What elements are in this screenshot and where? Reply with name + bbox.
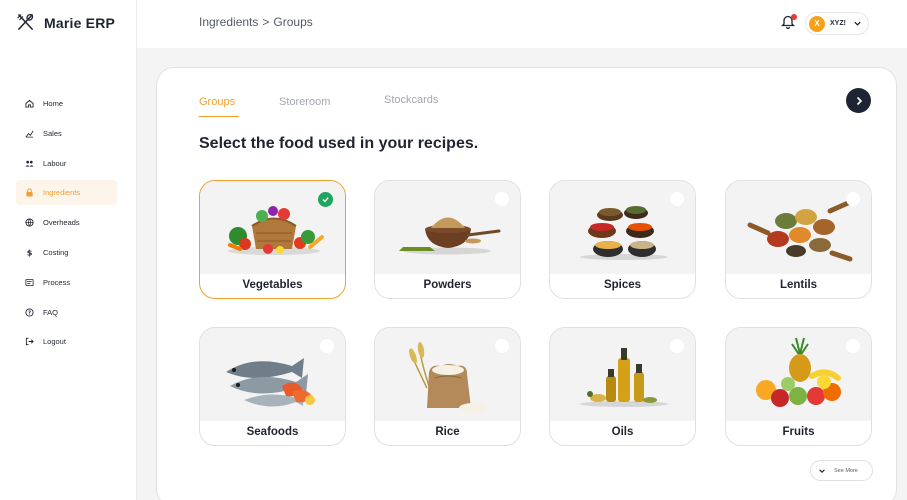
group-card-fruits[interactable]: Fruits	[725, 327, 872, 446]
card-label: Seafoods	[246, 426, 299, 438]
tab-stockcards[interactable]: Stockcards	[384, 94, 438, 106]
user-menu[interactable]: X XYZ!	[805, 12, 869, 35]
sidebar-item-home[interactable]: Home	[16, 91, 117, 116]
sidebar-item-label: Process	[43, 277, 71, 287]
breadcrumb-item-ingredients[interactable]: Ingredients	[199, 15, 258, 29]
sidebar-item-sales[interactable]: Sales	[16, 121, 117, 146]
lock-icon	[25, 188, 34, 197]
chevron-right-icon	[856, 96, 862, 105]
selected-check-icon	[318, 192, 333, 207]
group-card-seafoods[interactable]: Seafoods	[199, 327, 346, 446]
select-radio[interactable]	[320, 339, 334, 353]
sidebar-item-labour[interactable]: Labour	[16, 151, 117, 176]
group-card-lentils[interactable]: Lentils	[725, 180, 872, 299]
breadcrumb: Ingredients > Groups	[199, 15, 313, 29]
select-radio[interactable]	[846, 192, 860, 206]
tab-groups[interactable]: Groups	[199, 96, 235, 108]
breadcrumb-separator: >	[262, 15, 270, 29]
sidebar-item-ingredients[interactable]: Ingredients	[16, 180, 117, 206]
sidebar-item-logout[interactable]: Logout	[16, 329, 117, 354]
group-card-spices[interactable]: Spices	[549, 180, 696, 299]
avatar: X	[809, 15, 825, 32]
card-label: Rice	[435, 426, 460, 438]
utensils-logo-icon	[17, 13, 34, 30]
card-label: Oils	[611, 426, 634, 438]
group-card-oils[interactable]: Oils	[549, 327, 696, 446]
group-card-vegetables[interactable]: Vegetables	[199, 180, 346, 299]
select-radio[interactable]	[495, 339, 509, 353]
group-card-powders[interactable]: Powders	[374, 180, 521, 299]
app-name: Marie ERP	[44, 14, 116, 31]
select-radio[interactable]	[670, 339, 684, 353]
sidebar-item-label: FAQ	[43, 307, 59, 317]
select-radio[interactable]	[846, 339, 860, 353]
sidebar-nav: Home Sales Labour Ingredients Overheads …	[16, 91, 117, 359]
chevron-down-icon	[816, 465, 828, 477]
breadcrumb-item-groups: Groups	[273, 15, 313, 29]
sidebar-item-label: Home	[43, 99, 64, 108]
svg-text:$: $	[27, 248, 33, 257]
users-icon	[25, 159, 34, 168]
sidebar-item-faq[interactable]: ? FAQ	[16, 300, 117, 325]
sidebar-item-label: Costing	[43, 247, 69, 257]
home-icon	[25, 99, 34, 108]
group-card-rice[interactable]: Rice	[374, 327, 521, 446]
select-radio[interactable]	[670, 192, 684, 206]
svg-text:?: ?	[28, 310, 31, 316]
sidebar-item-costing[interactable]: $ Costing	[16, 240, 117, 265]
active-tab-indicator	[199, 116, 239, 117]
sidebar-item-label: Ingredients	[43, 188, 81, 198]
sidebar-item-label: Labour	[43, 158, 67, 168]
card-label: Spices	[603, 279, 642, 291]
tab-storeroom[interactable]: Storeroom	[279, 96, 330, 108]
sidebar-item-overheads[interactable]: Overheads	[16, 210, 117, 235]
globe-icon	[25, 218, 34, 227]
page-heading: Select the food used in your recipes.	[199, 135, 479, 152]
card-label: Powders	[423, 279, 472, 291]
next-button[interactable]	[846, 88, 871, 113]
sidebar: Marie ERP Home Sales Labour Ingredients …	[0, 0, 137, 500]
card-label: Lentils	[779, 279, 818, 291]
see-more-button[interactable]: See More	[810, 460, 873, 481]
question-icon: ?	[25, 308, 34, 317]
sales-icon	[25, 129, 34, 138]
notifications-button[interactable]	[780, 14, 797, 30]
sidebar-item-label: Sales	[43, 128, 62, 138]
logout-icon	[25, 337, 34, 346]
sidebar-item-process[interactable]: Process	[16, 270, 117, 295]
notification-badge	[791, 14, 797, 20]
groups-panel: Groups Storeroom Stockcards Select the f…	[156, 67, 897, 500]
brand[interactable]: Marie ERP	[16, 13, 115, 32]
select-radio[interactable]	[495, 192, 509, 206]
top-bar: Ingredients > Groups X XYZ!	[137, 0, 907, 48]
see-more-label: See More	[834, 467, 858, 474]
dollar-icon: $	[25, 248, 34, 257]
sidebar-item-label: Overheads	[43, 218, 80, 228]
card-label: Fruits	[782, 426, 815, 438]
chevron-down-icon	[854, 21, 861, 26]
user-name: XYZ!	[830, 20, 846, 27]
sidebar-item-label: Logout	[43, 337, 66, 347]
process-icon	[25, 278, 34, 287]
card-label: Vegetables	[242, 279, 303, 291]
